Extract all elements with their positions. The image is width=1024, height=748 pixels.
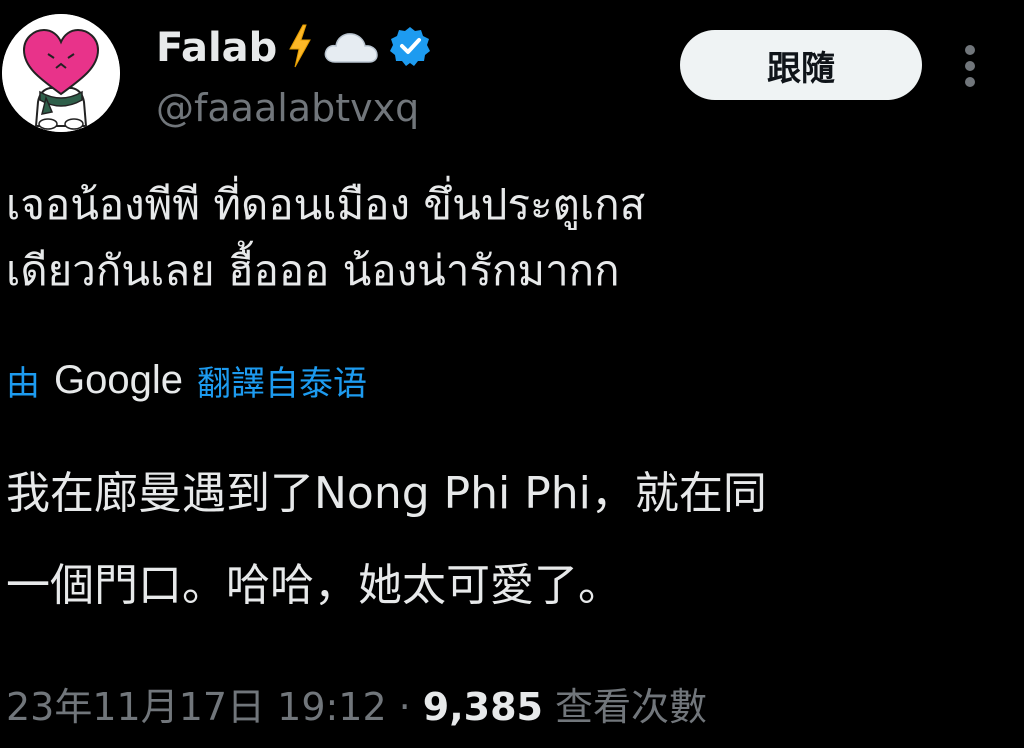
translation-source-link[interactable]: 翻譯自泰语	[197, 356, 367, 405]
views-label: 查看次數	[554, 685, 707, 729]
author-name-row[interactable]: Falab	[156, 22, 431, 74]
meta-separator: ·	[398, 685, 411, 729]
tweet-text: เจอน้องพีพี ที่ดอนเมือง ขึ่นประตูเกส เดี…	[6, 172, 1006, 304]
lightning-icon	[287, 24, 313, 72]
tweet-text-line: เดียวกันเลย ฮื้อออ น้องน่ารักมากก	[6, 246, 620, 295]
translated-by-label: 由	[6, 363, 40, 404]
more-vertical-icon	[965, 45, 975, 87]
avatar[interactable]	[2, 14, 120, 132]
google-logo: Google	[54, 357, 183, 402]
translation-attribution: 由 Google 翻譯自泰语	[6, 352, 367, 408]
more-options-button[interactable]	[950, 40, 990, 92]
translated-text-line: 一個門口。哈哈，她太可愛了。	[6, 560, 622, 611]
heart-character-icon	[2, 14, 120, 132]
translated-text: 我在廊曼遇到了Nong Phi Phi，就在同 一個門口。哈哈，她太可愛了。	[6, 448, 1006, 632]
tweet-text-line: เจอน้องพีพี ที่ดอนเมือง ขึ่นประตูเกส	[6, 180, 646, 229]
display-name[interactable]: Falab	[156, 22, 277, 74]
follow-button[interactable]: 跟隨	[680, 30, 922, 100]
verified-badge-icon	[389, 25, 431, 71]
tweet-timestamp[interactable]: 23年11月17日 19:12	[6, 676, 387, 731]
translated-text-line: 我在廊曼遇到了Nong Phi Phi，就在同	[6, 468, 767, 519]
views-count: 9,385	[422, 685, 543, 729]
user-handle[interactable]: @faaalabtvxq	[156, 84, 419, 132]
tweet-meta: 23年11月17日 19:12 · 9,385 查看次數	[6, 676, 707, 731]
cloud-icon	[323, 28, 379, 68]
